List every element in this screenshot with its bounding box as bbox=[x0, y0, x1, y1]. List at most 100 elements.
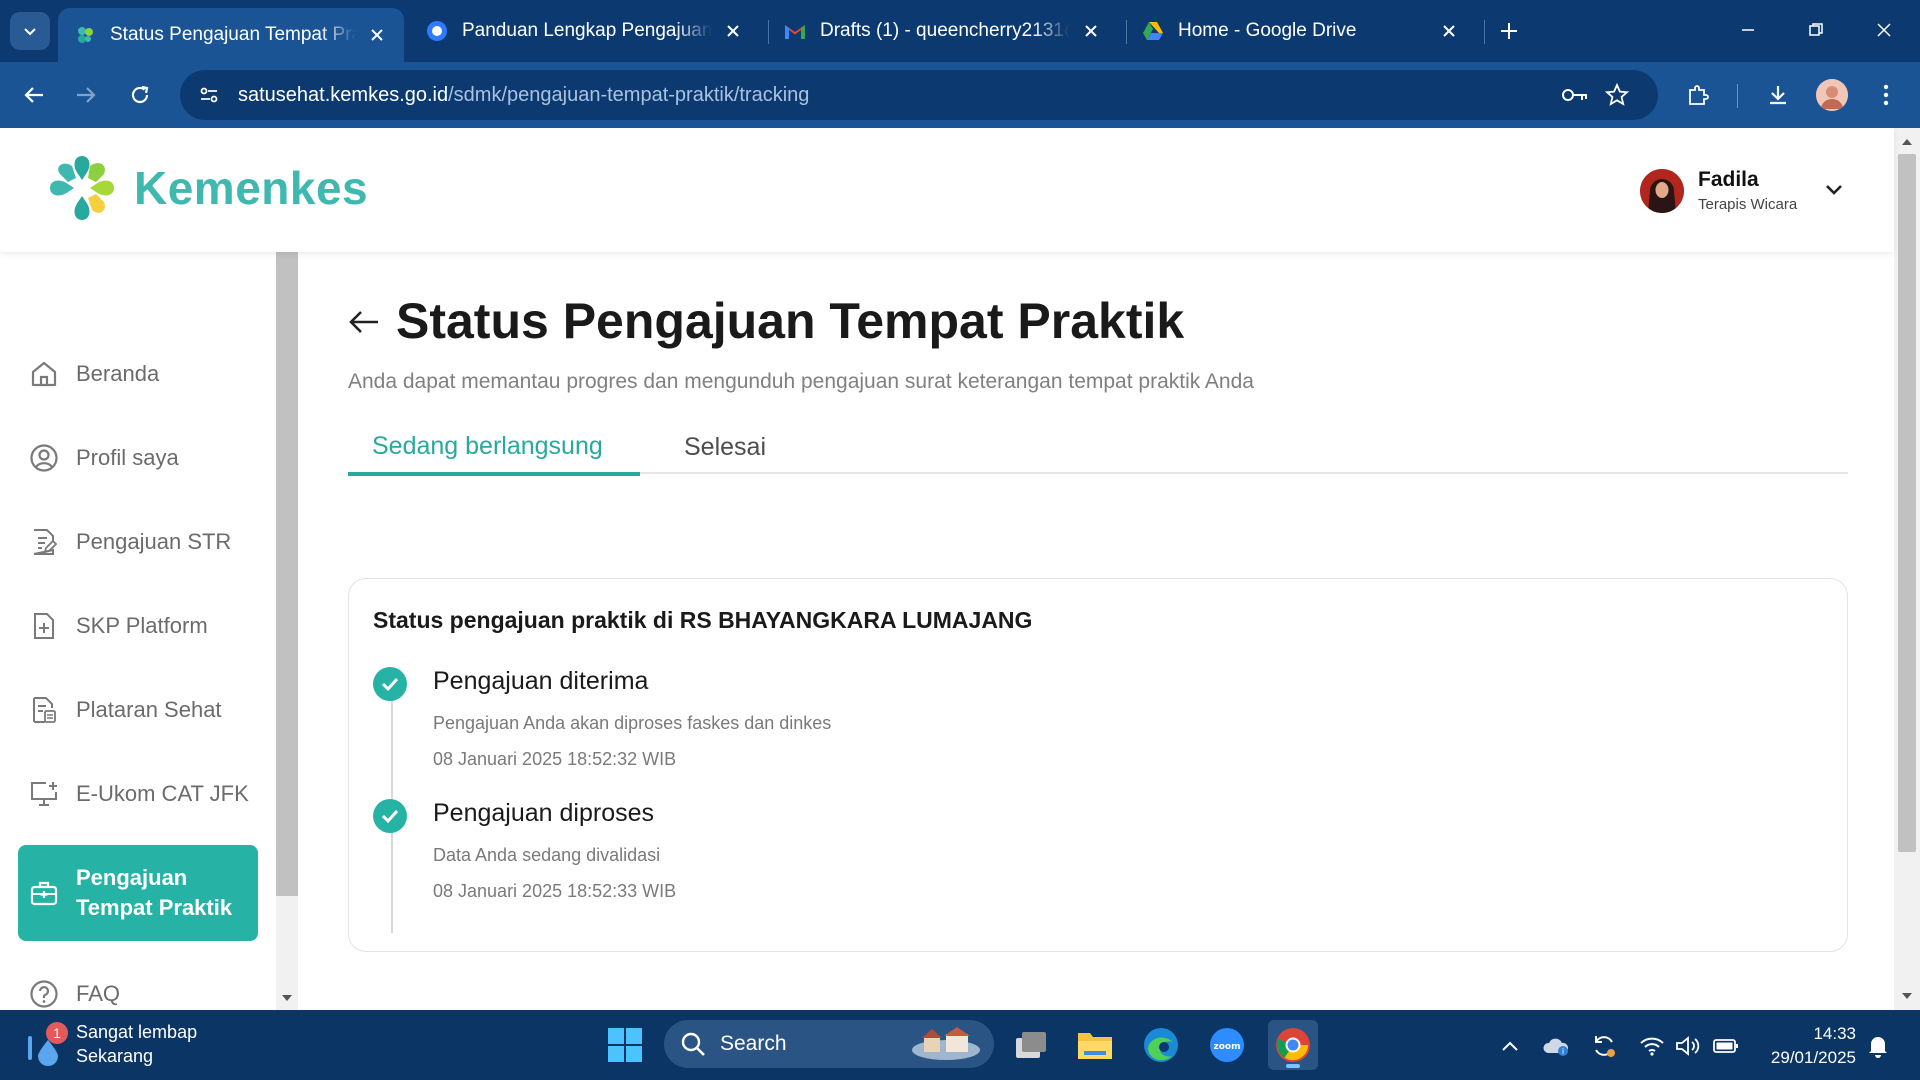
sidebar-item-label: Profil saya bbox=[76, 445, 179, 470]
sidebar-scrollbar[interactable] bbox=[276, 252, 298, 1010]
user-avatar-icon bbox=[1640, 168, 1684, 213]
password-key-icon[interactable] bbox=[1558, 78, 1592, 112]
close-tab-icon[interactable] bbox=[366, 24, 388, 46]
search-highlight-icon bbox=[910, 1026, 982, 1062]
minimize-button[interactable] bbox=[1726, 10, 1770, 50]
user-menu[interactable]: Fadila Terapis Wicara bbox=[1640, 168, 1797, 213]
chrome-menu-button[interactable] bbox=[1868, 77, 1904, 113]
weather-widget[interactable]: 1 Sangat lembap Sekarang bbox=[24, 1020, 197, 1068]
tab-title: Panduan Lengkap Pengajuan Te bbox=[462, 20, 712, 41]
sidebar-scrollbar-thumb[interactable] bbox=[276, 252, 298, 896]
user-menu-chevron-icon[interactable] bbox=[1822, 178, 1846, 202]
browser-toolbar: satusehat.kemkes.go.id/sdmk/pengajuan-te… bbox=[0, 62, 1920, 128]
document-lines-icon bbox=[28, 694, 60, 726]
puzzle-icon bbox=[1689, 85, 1709, 105]
downloads-button[interactable] bbox=[1760, 77, 1796, 113]
restore-icon bbox=[1809, 23, 1823, 36]
close-tab-icon[interactable] bbox=[722, 20, 744, 42]
wifi-icon[interactable] bbox=[1638, 1032, 1666, 1060]
tab-search-button[interactable] bbox=[10, 12, 50, 50]
plus-icon bbox=[1501, 23, 1517, 39]
windows-logo-icon bbox=[608, 1028, 642, 1062]
chrome-icon bbox=[1276, 1028, 1310, 1062]
page-scrollbar-thumb[interactable] bbox=[1898, 154, 1916, 852]
search-icon bbox=[680, 1031, 706, 1057]
file-explorer-app[interactable] bbox=[1070, 1020, 1120, 1070]
edge-app[interactable] bbox=[1136, 1020, 1186, 1070]
sidebar-item-e-ukom[interactable]: E-Ukom CAT JFK bbox=[18, 764, 258, 824]
chrome-app[interactable] bbox=[1268, 1020, 1318, 1070]
profile-avatar[interactable] bbox=[1816, 79, 1848, 111]
scroll-up-arrow-icon[interactable] bbox=[1901, 136, 1913, 148]
sidebar-item-plataran-sehat[interactable]: Plataran Sehat bbox=[18, 680, 258, 740]
notification-bell-icon[interactable] bbox=[1864, 1032, 1892, 1060]
task-view-button[interactable] bbox=[1006, 1020, 1056, 1070]
more-vertical-icon bbox=[1883, 84, 1889, 106]
card-title: Status pengajuan praktik di RS BHAYANGKA… bbox=[373, 607, 1033, 633]
system-clock[interactable]: 14:33 29/01/2025 bbox=[1760, 1022, 1856, 1070]
browser-tab[interactable]: Panduan Lengkap Pengajuan Te bbox=[410, 8, 760, 54]
monitor-plus-icon bbox=[28, 778, 60, 810]
active-indicator bbox=[1286, 1064, 1300, 1068]
windows-taskbar: 1 Sangat lembap Sekarang Search zoom i 1… bbox=[0, 1010, 1920, 1080]
clock-time: 14:33 bbox=[1813, 1024, 1856, 1043]
close-tab-icon[interactable] bbox=[1438, 20, 1460, 42]
browser-tab[interactable]: Home - Google Drive bbox=[1126, 8, 1476, 54]
sidebar-item-beranda[interactable]: Beranda bbox=[18, 344, 258, 404]
sidebar-item-skp-platform[interactable]: SKP Platform bbox=[18, 596, 258, 656]
sidebar-item-label-line1: Pengajuan bbox=[76, 865, 188, 890]
battery-icon[interactable] bbox=[1712, 1032, 1740, 1060]
weather-subtitle: Sekarang bbox=[76, 1046, 154, 1066]
scroll-down-arrow-icon[interactable] bbox=[1901, 990, 1913, 1002]
bookmark-star-icon[interactable] bbox=[1600, 78, 1634, 112]
tab-sedang-berlangsung[interactable]: Sedang berlangsung bbox=[348, 420, 640, 476]
question-circle-icon bbox=[28, 978, 60, 1010]
volume-icon[interactable] bbox=[1674, 1032, 1702, 1060]
close-window-button[interactable] bbox=[1862, 10, 1906, 50]
back-arrow-icon[interactable] bbox=[346, 304, 382, 340]
back-button[interactable] bbox=[14, 75, 54, 115]
url-text: satusehat.kemkes.go.id/sdmk/pengajuan-te… bbox=[238, 84, 809, 107]
step-description: Pengajuan Anda akan diproses faskes dan … bbox=[433, 713, 832, 733]
user-role: Terapis Wicara bbox=[1698, 196, 1798, 213]
restore-button[interactable] bbox=[1794, 10, 1838, 50]
tab-title: Drafts (1) - queencherry2131@ bbox=[820, 20, 1070, 41]
sidebar-item-pengajuan-tempat-praktik[interactable]: Pengajuan Tempat Praktik bbox=[18, 845, 258, 941]
reload-button[interactable] bbox=[120, 75, 160, 115]
taskbar-search[interactable]: Search bbox=[664, 1020, 994, 1068]
close-tab-icon[interactable] bbox=[1080, 20, 1102, 42]
minimize-icon bbox=[1742, 29, 1754, 31]
edge-icon bbox=[1144, 1028, 1178, 1062]
user-avatar bbox=[1640, 168, 1684, 213]
step-description: Data Anda sedang divalidasi bbox=[433, 845, 661, 865]
sidebar-item-label: Pengajuan STR bbox=[76, 529, 232, 554]
sidebar-item-profil[interactable]: Profil saya bbox=[18, 428, 258, 488]
tray-overflow-chevron-icon[interactable] bbox=[1496, 1032, 1524, 1060]
new-tab-button[interactable] bbox=[1492, 14, 1526, 48]
sidebar-item-faq[interactable]: FAQ bbox=[18, 964, 258, 1010]
start-button[interactable] bbox=[600, 1020, 650, 1070]
kemenkes-logo[interactable]: Kemenkes bbox=[46, 152, 368, 224]
extensions-button[interactable] bbox=[1680, 77, 1716, 113]
kemenkes-favicon-icon bbox=[74, 24, 96, 46]
chevron-down-icon bbox=[24, 28, 36, 36]
tab-title: Status Pengajuan Tempat Prakti bbox=[110, 24, 356, 45]
browser-tab[interactable]: Drafts (1) - queencherry2131@ bbox=[768, 8, 1118, 54]
weather-icon: 1 bbox=[24, 1022, 68, 1066]
page-scrollbar[interactable] bbox=[1894, 128, 1920, 1010]
sidebar-item-pengajuan-str[interactable]: Pengajuan STR bbox=[18, 512, 258, 572]
folder-icon bbox=[1078, 1033, 1112, 1059]
address-bar[interactable]: satusehat.kemkes.go.id/sdmk/pengajuan-te… bbox=[180, 70, 1658, 120]
reload-icon bbox=[131, 85, 149, 104]
scroll-down-arrow-icon[interactable] bbox=[281, 992, 293, 1004]
tab-selesai[interactable]: Selesai bbox=[660, 420, 790, 474]
toolbar-separator bbox=[1737, 84, 1738, 108]
zoom-app[interactable]: zoom bbox=[1202, 1020, 1252, 1070]
google-drive-favicon-icon bbox=[1142, 20, 1164, 42]
browser-tab-bar: Status Pengajuan Tempat Prakti Panduan L… bbox=[0, 0, 1920, 62]
forward-button[interactable] bbox=[66, 75, 106, 115]
sync-icon[interactable] bbox=[1590, 1032, 1618, 1060]
browser-tab-active[interactable]: Status Pengajuan Tempat Prakti bbox=[58, 8, 404, 62]
onedrive-icon[interactable]: i bbox=[1542, 1032, 1570, 1060]
site-info-icon[interactable] bbox=[192, 78, 226, 112]
